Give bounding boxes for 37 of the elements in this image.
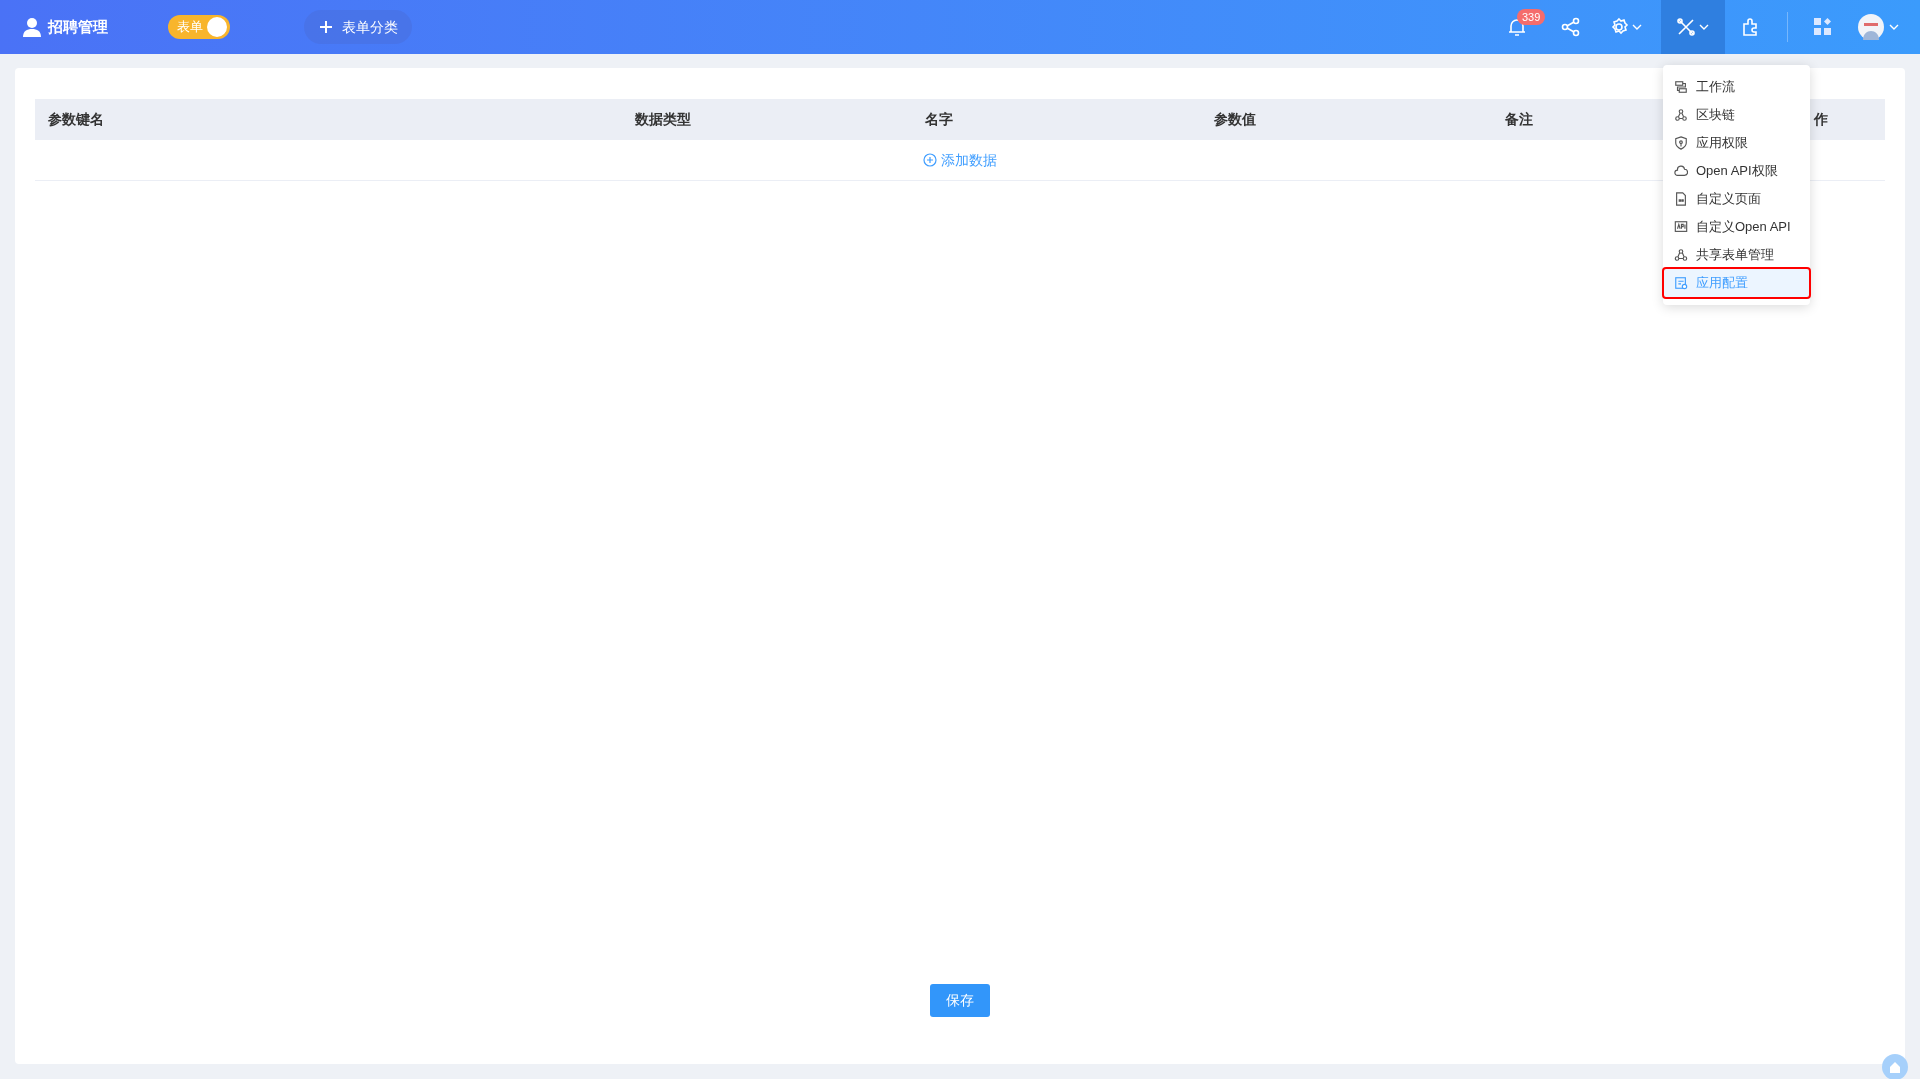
avatar-dropdown[interactable] <box>1858 14 1900 40</box>
settings-icon <box>1609 17 1629 37</box>
menu-item[interactable]: 应用权限 <box>1664 129 1809 157</box>
column-header: 参数值 <box>1214 110 1256 129</box>
column-header: 参数键名 <box>48 110 104 129</box>
home-icon <box>1889 1061 1901 1073</box>
add-category-button[interactable]: 表单分类 <box>304 10 412 44</box>
menu-item[interactable]: 工作流 <box>1664 73 1809 101</box>
nodes-icon <box>1674 108 1688 122</box>
tools-icon <box>1676 17 1696 37</box>
app-title: 招聘管理 <box>48 16 108 37</box>
menu-item[interactable]: 共享表单管理 <box>1664 241 1809 269</box>
cloud-icon <box>1674 164 1688 178</box>
plus-icon <box>318 19 334 35</box>
notification-badge: 339 <box>1517 9 1546 25</box>
apps-icon[interactable] <box>1814 18 1832 36</box>
menu-item[interactable]: Open API权限 <box>1664 157 1809 185</box>
help-float-button[interactable] <box>1882 1054 1908 1079</box>
settings-dropdown[interactable] <box>1609 17 1643 37</box>
menu-item[interactable]: 区块链 <box>1664 101 1809 129</box>
column-header: 备注 <box>1505 110 1533 129</box>
document-icon <box>1674 192 1688 206</box>
plus-circle-icon <box>923 153 937 167</box>
avatar-icon <box>1858 14 1884 40</box>
user-icon <box>22 17 42 37</box>
shield-icon <box>1674 136 1688 150</box>
settings-icon <box>1674 276 1688 290</box>
tools-dropdown[interactable] <box>1661 0 1725 54</box>
menu-item[interactable]: 自定义页面 <box>1664 185 1809 213</box>
share-icon <box>1674 248 1688 262</box>
column-header: 作 <box>1814 110 1828 129</box>
column-header: 数据类型 <box>635 110 691 129</box>
api-icon <box>1674 220 1688 234</box>
column-header: 名字 <box>925 110 953 129</box>
menu-item[interactable]: 自定义Open API <box>1664 213 1809 241</box>
flow-icon <box>1674 80 1688 94</box>
share-icon[interactable] <box>1561 17 1581 37</box>
